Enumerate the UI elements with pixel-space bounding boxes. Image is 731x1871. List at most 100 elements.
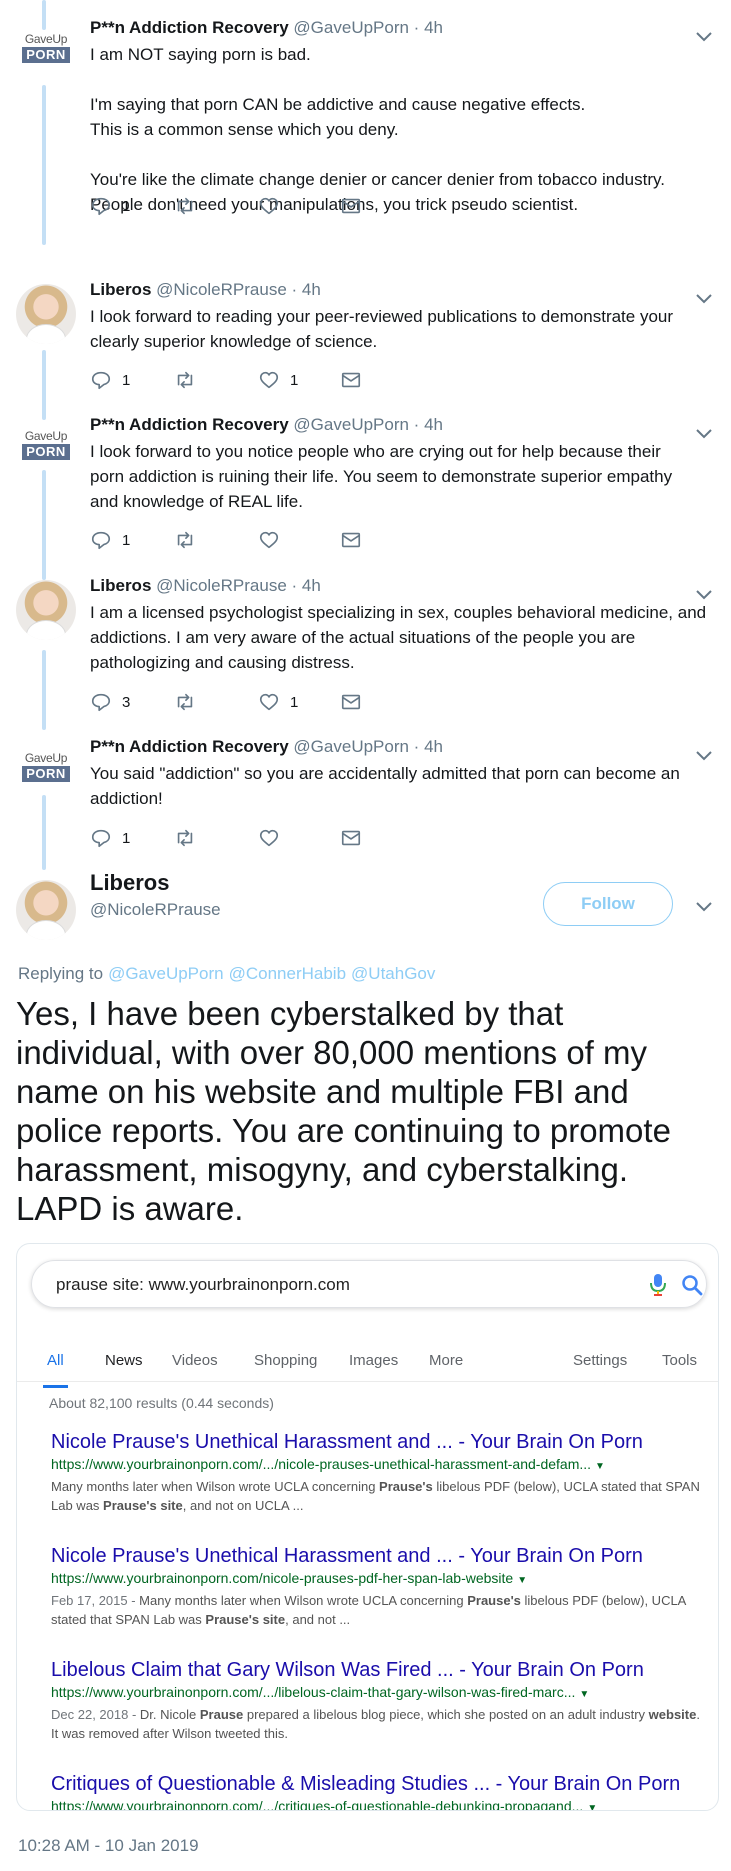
tab-tools[interactable]: Tools	[662, 1352, 697, 1369]
heart-icon	[259, 829, 279, 847]
reply-button[interactable]: 1	[90, 826, 130, 850]
author-name[interactable]: Liberos	[90, 576, 151, 595]
like-button[interactable]: 1	[258, 690, 298, 714]
result-title-link[interactable]: Nicole Prause's Unethical Harassment and…	[51, 1544, 701, 1568]
text-line: porn addiction is ruining their life. Yo…	[90, 467, 673, 486]
result-url[interactable]: https://www.yourbrainonporn.com/nicole-p…	[51, 1568, 701, 1591]
author-handle-time[interactable]: @GaveUpPorn · 4h	[289, 18, 443, 37]
direct-message-button[interactable]	[340, 826, 362, 850]
reply-icon	[91, 197, 111, 216]
microphone-icon[interactable]	[648, 1273, 668, 1297]
search-box[interactable]: prause site: www.yourbrainonporn.com	[31, 1260, 707, 1308]
avatar-logo[interactable]: GaveUp PORN	[16, 751, 76, 791]
avatar-logo[interactable]: GaveUp PORN	[16, 32, 76, 72]
tab-videos[interactable]: Videos	[172, 1352, 218, 1369]
result-stats: About 82,100 results (0.44 seconds)	[49, 1395, 274, 1411]
direct-message-button[interactable]	[340, 528, 362, 552]
reply-button[interactable]: 1	[90, 368, 130, 392]
reply-button[interactable]: 1	[90, 194, 130, 218]
text-line: harassment, misogyny, and cyberstalking.	[16, 1151, 628, 1188]
reply-icon	[91, 693, 111, 712]
direct-message-button[interactable]	[340, 194, 362, 218]
author-name[interactable]: Liberos	[90, 280, 151, 299]
tweet-actions: 1	[90, 528, 690, 552]
mention-link[interactable]: @UtahGov	[351, 964, 435, 983]
retweet-button[interactable]	[174, 826, 196, 850]
author-handle-time[interactable]: @NicoleRPrause · 4h	[151, 576, 321, 595]
tweet-timestamp[interactable]: 10:28 AM - 10 Jan 2019	[18, 1836, 199, 1856]
author-handle-time[interactable]: @GaveUpPorn · 4h	[289, 415, 443, 434]
author-name[interactable]: P**n Addiction Recovery	[90, 415, 289, 434]
logo-text: GaveUp	[24, 429, 68, 443]
search-query[interactable]: prause site: www.yourbrainonporn.com	[56, 1275, 350, 1295]
dropdown-triangle-icon[interactable]: ▼	[517, 1575, 527, 1586]
logo-text: GaveUp	[24, 751, 68, 765]
reply-icon	[91, 371, 111, 390]
tab-news[interactable]: News	[105, 1352, 143, 1369]
reply-button[interactable]: 1	[90, 528, 130, 552]
avatar[interactable]	[16, 880, 76, 940]
text-line: You said "addiction" so you are accident…	[90, 764, 680, 783]
retweet-button[interactable]	[174, 690, 196, 714]
main-tweet-text: Yes, I have been cyberstalked by that in…	[16, 994, 721, 1228]
avatar[interactable]	[16, 580, 76, 640]
embedded-search-screenshot[interactable]: prause site: www.yourbrainonporn.com All…	[16, 1243, 719, 1811]
like-button[interactable]	[258, 528, 280, 552]
reply-count: 1	[122, 197, 131, 215]
like-button[interactable]	[258, 194, 280, 218]
tweet-actions: 1	[90, 826, 690, 850]
main-author-handle[interactable]: @NicoleRPrause	[90, 900, 221, 920]
retweet-button[interactable]	[174, 528, 196, 552]
dropdown-triangle-icon[interactable]: ▼	[595, 1461, 605, 1472]
like-button[interactable]: 1	[258, 368, 298, 392]
text-line: This is a common sense which you deny.	[90, 120, 399, 139]
mention-link[interactable]: @ConnerHabib	[229, 964, 346, 983]
like-button[interactable]	[258, 826, 280, 850]
reply-button[interactable]: 3	[90, 690, 130, 714]
follow-button[interactable]: Follow	[543, 882, 673, 926]
result-title-link[interactable]: Critiques of Questionable & Misleading S…	[51, 1772, 701, 1796]
tab-settings[interactable]: Settings	[573, 1352, 627, 1369]
logo-badge: PORN	[22, 766, 70, 782]
result-snippet: Dec 22, 2018 - Dr. Nicole Prause prepare…	[51, 1707, 700, 1741]
retweet-button[interactable]	[174, 368, 196, 392]
envelope-icon	[341, 198, 361, 214]
text-line: and knowledge of REAL life.	[90, 492, 303, 511]
tweet-header: Liberos @NicoleRPrause · 4h	[90, 576, 321, 596]
dropdown-triangle-icon[interactable]: ▼	[579, 1689, 589, 1700]
retweet-button[interactable]	[174, 194, 196, 218]
text-line: police reports. You are continuing to pr…	[16, 1112, 671, 1149]
direct-message-button[interactable]	[340, 368, 362, 392]
result-title-link[interactable]: Libelous Claim that Gary Wilson Was Fire…	[51, 1658, 701, 1682]
main-author-name[interactable]: Liberos	[90, 870, 169, 896]
tab-images[interactable]: Images	[349, 1352, 398, 1369]
avatar[interactable]	[16, 284, 76, 344]
tab-all[interactable]: All	[43, 1352, 68, 1388]
result-url[interactable]: https://www.yourbrainonporn.com/.../nico…	[51, 1454, 701, 1477]
tweet-text: I look forward to reading your peer-revi…	[90, 304, 715, 354]
search-result: Critiques of Questionable & Misleading S…	[51, 1772, 701, 1810]
tweet-text: I look forward to you notice people who …	[90, 439, 715, 514]
tab-shopping[interactable]: Shopping	[254, 1352, 317, 1369]
result-title-link[interactable]: Nicole Prause's Unethical Harassment and…	[51, 1430, 701, 1454]
author-handle-time[interactable]: @GaveUpPorn · 4h	[289, 737, 443, 756]
avatar-logo[interactable]: GaveUp PORN	[16, 429, 76, 469]
result-url[interactable]: https://www.yourbrainonporn.com/.../crit…	[51, 1796, 701, 1810]
chevron-down-icon[interactable]	[694, 900, 714, 914]
result-url[interactable]: https://www.yourbrainonporn.com/.../libe…	[51, 1682, 701, 1705]
logo-badge: PORN	[22, 444, 70, 460]
author-name[interactable]: P**n Addiction Recovery	[90, 18, 289, 37]
author-handle-time[interactable]: @NicoleRPrause · 4h	[151, 280, 321, 299]
search-icon[interactable]	[680, 1273, 704, 1297]
search-result: Libelous Claim that Gary Wilson Was Fire…	[51, 1658, 701, 1743]
reply-count: 3	[122, 693, 131, 711]
tweet-text: I am a licensed psychologist specializin…	[90, 600, 715, 675]
tab-more[interactable]: More	[429, 1352, 463, 1369]
author-name[interactable]: P**n Addiction Recovery	[90, 737, 289, 756]
text-line: I'm saying that porn CAN be addictive an…	[90, 95, 586, 114]
mention-link[interactable]: @GaveUpPorn	[108, 964, 224, 983]
heart-icon	[259, 371, 279, 389]
dropdown-triangle-icon[interactable]: ▼	[587, 1803, 597, 1810]
result-date: Feb 17, 2015 -	[51, 1593, 140, 1608]
direct-message-button[interactable]	[340, 690, 362, 714]
